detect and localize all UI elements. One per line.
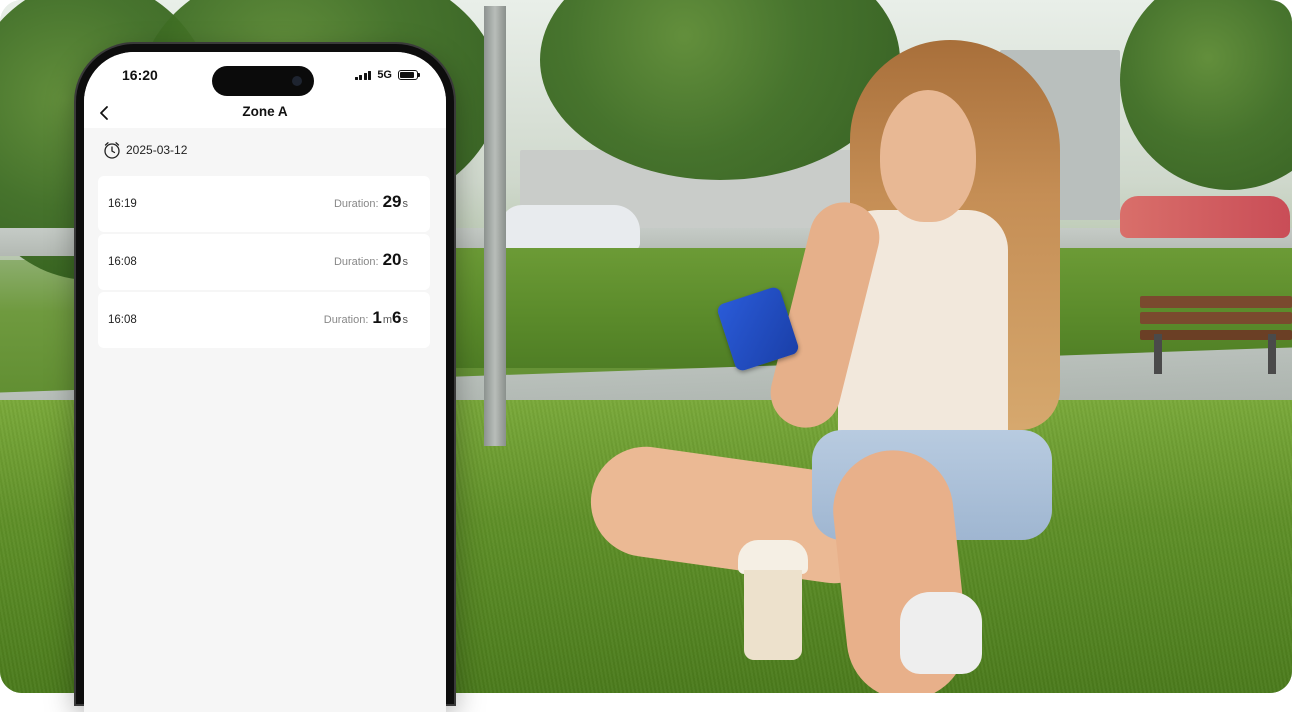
record-time: 16:08 (108, 256, 137, 268)
record-row[interactable]: 16:08 Duration: 1 m 6 s (98, 292, 430, 348)
record-duration: Duration: 29 s (334, 192, 408, 212)
phone-mockup: 16:20 5G Zone A 2025-03-12 16:19 Duratio… (76, 44, 454, 712)
duration-label: Duration: (333, 198, 379, 210)
duration-unit: m (382, 314, 393, 326)
alarm-clock-icon (104, 142, 120, 159)
page-title: Zone A (242, 104, 288, 119)
duration-unit: s (402, 198, 409, 210)
duration-label: Duration: (333, 256, 379, 268)
duration-value: 20 (382, 250, 402, 269)
date-header: 2025-03-12 (102, 140, 187, 160)
record-time: 16:19 (108, 198, 137, 210)
battery-icon (398, 70, 420, 80)
status-indicators: 5G (354, 69, 420, 81)
camera-icon (292, 76, 302, 86)
duration-value: 29 (382, 192, 402, 211)
coffee-cup (738, 540, 808, 660)
record-row[interactable]: 16:08 Duration: 20 s (98, 234, 430, 290)
duration-value: 6 (392, 308, 402, 327)
record-date: 2025-03-12 (126, 143, 188, 157)
network-label: 5G (377, 69, 392, 81)
status-bar: 16:20 5G (84, 52, 446, 98)
duration-label: Duration: (323, 314, 369, 326)
face (880, 90, 976, 222)
record-duration: Duration: 1 m 6 s (324, 308, 408, 328)
dynamic-island (212, 66, 314, 96)
record-row[interactable]: 16:19 Duration: 29 s (98, 176, 430, 232)
duration-unit: s (402, 314, 409, 326)
nav-bar: Zone A (84, 98, 446, 128)
duration-unit: s (402, 256, 409, 268)
status-time: 16:20 (122, 67, 158, 83)
sneaker (900, 592, 982, 674)
app-screen: 16:20 5G Zone A 2025-03-12 16:19 Duratio… (84, 52, 446, 712)
duration-value: 1 (372, 308, 382, 327)
record-duration: Duration: 20 s (334, 250, 408, 270)
record-time: 16:08 (108, 314, 137, 326)
signal-icon (354, 70, 372, 80)
